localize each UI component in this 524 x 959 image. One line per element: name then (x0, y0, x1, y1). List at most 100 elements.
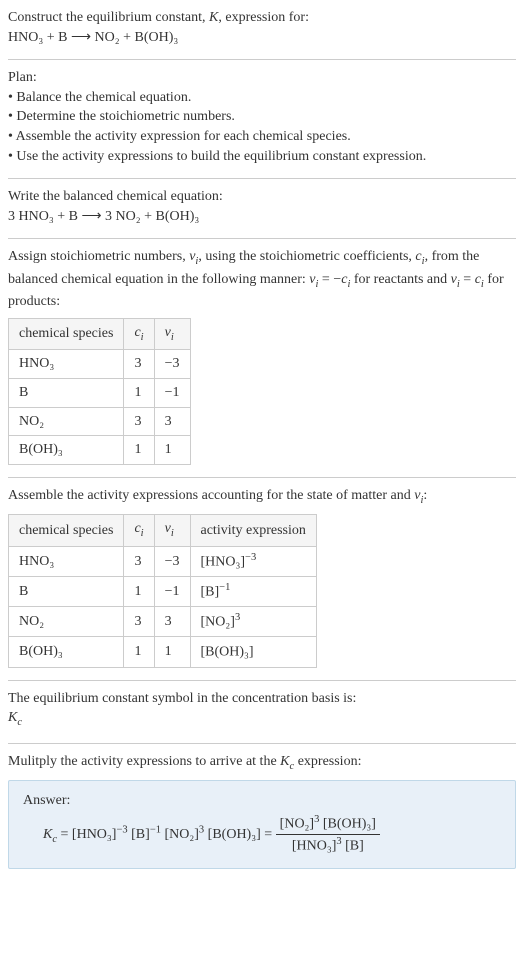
symbol-Kc: Kc (8, 708, 516, 730)
cell-species: NO₂ (9, 607, 124, 637)
text: = − (318, 272, 341, 287)
table-row: B1−1 (9, 378, 191, 407)
denominator: [HNO₃]3 [B] (276, 835, 380, 856)
stoich-table: chemical species ci νi HNO₃3−3 B1−1 NO₂3… (8, 318, 191, 465)
answer-label: Answer: (23, 791, 501, 811)
cell-ci: 1 (124, 576, 154, 606)
divider (8, 59, 516, 60)
var-K: K (43, 827, 52, 842)
expr-base: [B] (201, 585, 220, 600)
col-ci: ci (124, 515, 154, 546)
divider (8, 680, 516, 681)
col-species: chemical species (9, 318, 124, 349)
text: : (423, 488, 427, 503)
activity-section: Assemble the activity expressions accoun… (8, 486, 516, 668)
fraction: [NO₂]3 [B(OH)₃][HNO₃]3 [B] (276, 813, 380, 857)
cell-species: B (9, 576, 124, 606)
term: [NO₂] (280, 817, 314, 832)
plan-item: • Balance the chemical equation. (8, 88, 516, 108)
cell-ci: 3 (124, 607, 154, 637)
stoich-section: Assign stoichiometric numbers, νi, using… (8, 247, 516, 464)
eq-sign: = (261, 827, 276, 842)
term: [B(OH)₃] (204, 827, 261, 842)
cell-expr: [NO₂]3 (190, 607, 316, 637)
table-row: NO₂33 (9, 407, 191, 436)
table-row: HNO₃3−3 (9, 350, 191, 379)
term: [B(OH)₃] (319, 817, 376, 832)
balanced-section: Write the balanced chemical equation: 3 … (8, 187, 516, 226)
cell-vi: 3 (154, 607, 190, 637)
col-vi: νi (154, 515, 190, 546)
activity-intro: Assemble the activity expressions accoun… (8, 486, 516, 508)
table-row: B1−1[B]−1 (9, 576, 317, 606)
var-K: K (8, 710, 17, 725)
text: = (460, 272, 475, 287)
cell-species: B(OH)₃ (9, 637, 124, 667)
answer-box: Answer: Kc = [HNO₃]−3 [B]−1 [NO₂]3 [B(OH… (8, 780, 516, 869)
divider (8, 477, 516, 478)
sub-i: i (141, 528, 144, 539)
table-row: NO₂33[NO₂]3 (9, 607, 317, 637)
term: [B] (128, 827, 150, 842)
cell-vi: −1 (154, 576, 190, 606)
text: for reactants and (350, 272, 450, 287)
plan-item: • Assemble the activity expression for e… (8, 127, 516, 147)
text: , using the stoichiometric coefficients, (198, 249, 415, 264)
divider (8, 178, 516, 179)
cell-vi: −3 (154, 350, 190, 379)
plan-title: Plan: (8, 68, 516, 88)
text: expression: (294, 754, 361, 769)
col-ci: ci (124, 318, 154, 349)
cell-ci: 3 (124, 546, 154, 576)
text: Mulitply the activity expressions to arr… (8, 754, 280, 769)
cell-species: B (9, 378, 124, 407)
plan-section: Plan: • Balance the chemical equation. •… (8, 68, 516, 166)
cell-ci: 3 (124, 350, 154, 379)
prompt-section: Construct the equilibrium constant, K, e… (8, 8, 516, 47)
expr-base: [B(OH)₃] (201, 645, 254, 660)
expr-base: [NO₂] (201, 615, 235, 630)
cell-vi: 1 (154, 436, 190, 465)
term: [B] (342, 839, 364, 854)
table-row: B(OH)₃11[B(OH)₃] (9, 637, 317, 667)
term-sup: −1 (150, 824, 161, 835)
cell-ci: 1 (124, 436, 154, 465)
expr-sup: 3 (235, 612, 240, 623)
var-K: K (209, 10, 218, 25)
sub-i: i (171, 528, 174, 539)
symbol-line: The equilibrium constant symbol in the c… (8, 689, 516, 709)
text: Assemble the activity expressions accoun… (8, 488, 414, 503)
multiply-section: Mulitply the activity expressions to arr… (8, 752, 516, 870)
cell-species: HNO₃ (9, 350, 124, 379)
symbol-section: The equilibrium constant symbol in the c… (8, 689, 516, 731)
answer-equation: Kc = [HNO₃]−3 [B]−1 [NO₂]3 [B(OH)₃] = [N… (23, 813, 501, 857)
expr-sup: −1 (219, 582, 230, 593)
table-header-row: chemical species ci νi (9, 318, 191, 349)
term: [HNO₃] (292, 839, 337, 854)
prompt-text: Construct the equilibrium constant, (8, 10, 209, 25)
eq-sign: = (57, 827, 72, 842)
plan-item: • Use the activity expressions to build … (8, 147, 516, 167)
divider (8, 238, 516, 239)
sub-i: i (171, 332, 174, 343)
text: Assign stoichiometric numbers, (8, 249, 189, 264)
expr-base: [HNO₃] (201, 554, 246, 569)
cell-expr: [B]−1 (190, 576, 316, 606)
numerator: [NO₂]3 [B(OH)₃] (276, 813, 380, 835)
cell-species: B(OH)₃ (9, 436, 124, 465)
sub-c: c (17, 717, 22, 728)
cell-expr: [B(OH)₃] (190, 637, 316, 667)
prompt-equation: HNO₃ + B ⟶ NO₂ + B(OH)₃ (8, 28, 516, 48)
activity-table: chemical species ci νi activity expressi… (8, 514, 317, 667)
divider (8, 743, 516, 744)
cell-ci: 1 (124, 637, 154, 667)
col-species: chemical species (9, 515, 124, 546)
cell-vi: 3 (154, 407, 190, 436)
cell-vi: 1 (154, 637, 190, 667)
term: [NO₂] (161, 827, 199, 842)
cell-expr: [HNO₃]−3 (190, 546, 316, 576)
balanced-title: Write the balanced chemical equation: (8, 187, 516, 207)
var-K: K (280, 754, 289, 769)
sub-i: i (141, 332, 144, 343)
term-sup: −3 (116, 824, 127, 835)
